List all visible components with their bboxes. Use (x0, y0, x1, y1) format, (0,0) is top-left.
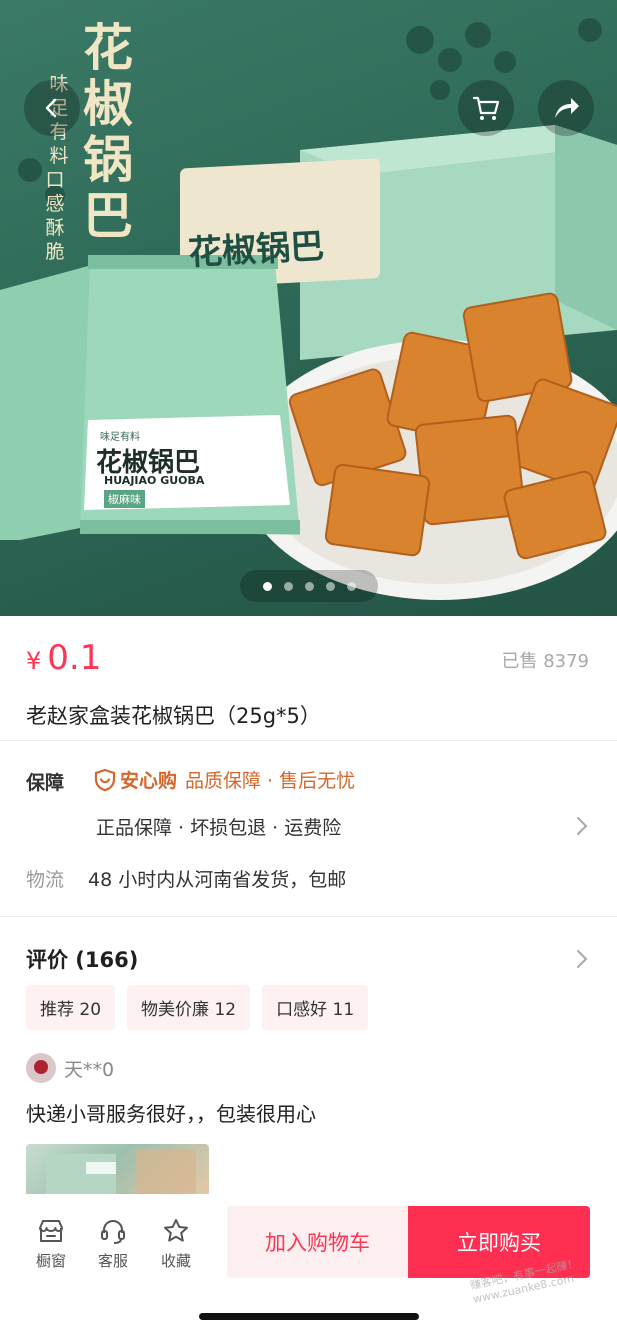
review-tags: 推荐 20 物美价廉 12 口感好 11 (26, 985, 369, 1030)
carousel-indicator (240, 570, 378, 602)
bag-flavor: 椒麻味 (104, 490, 145, 508)
guarantee-brand: 安心购 (120, 770, 178, 792)
divider (0, 740, 617, 741)
carousel-dot[interactable] (283, 581, 293, 591)
chevron-right-icon[interactable] (575, 815, 589, 837)
share-button[interactable] (538, 80, 594, 136)
logistics-label: 物流 (26, 869, 65, 891)
add-to-cart-button[interactable]: 加入购物车 (227, 1206, 408, 1278)
reviews-title[interactable]: 评价 (166) (26, 944, 138, 974)
bag-pinyin: HUAJIAO GUOBA (104, 474, 205, 487)
reviewer-name: 天**0 (64, 1058, 115, 1081)
sold-count: 已售 8379 (501, 651, 589, 672)
tab-label: 橱窗 (35, 1252, 66, 1270)
price-value: 0.1 (47, 638, 102, 678)
guarantee-badge[interactable]: 安心购 品质保障 · 售后无忧 (94, 766, 355, 793)
share-icon (555, 98, 579, 118)
star-icon (164, 1219, 188, 1242)
headset-icon (101, 1219, 125, 1244)
divider (0, 916, 617, 917)
tab-favorite[interactable]: 收藏 (151, 1216, 201, 1271)
hero-title: 花椒锅巴 (83, 18, 133, 245)
reviewer: 天**0 (26, 1053, 114, 1083)
review-photo[interactable] (26, 1144, 209, 1194)
cart-icon (472, 96, 500, 120)
currency-symbol: ¥ (26, 647, 42, 675)
home-indicator[interactable] (199, 1313, 419, 1320)
carousel-dot[interactable] (346, 581, 356, 591)
carousel-dot[interactable] (325, 581, 335, 591)
review-text: 快递小哥服务很好，，包装很用心 (26, 1102, 316, 1126)
back-button[interactable] (24, 80, 80, 136)
carousel-dot[interactable] (304, 581, 314, 591)
chevron-right-icon[interactable] (575, 948, 589, 970)
tab-storefront[interactable]: 橱窗 (26, 1216, 76, 1271)
cart-button[interactable] (458, 80, 514, 136)
review-tag[interactable]: 物美价廉 12 (127, 985, 251, 1030)
product-image-carousel[interactable]: 花椒锅巴 味足有料 口感酥脆 花椒锅巴 花椒锅巴 味足有料 HUAJIAO GU… (0, 0, 617, 616)
logistics-text: 48 小时内从河南省发货，包邮 (88, 869, 347, 891)
box-title: 花椒锅巴 (187, 226, 326, 274)
product-title: 老赵家盒装花椒锅巴（25g*5） (26, 704, 321, 728)
review-tag[interactable]: 推荐 20 (26, 985, 116, 1030)
review-photo-art (46, 1149, 196, 1194)
carousel-dot[interactable] (262, 581, 272, 591)
product-price: ¥ 0.1 (26, 638, 101, 678)
shield-icon (94, 768, 116, 791)
review-tag[interactable]: 口感好 11 (262, 985, 369, 1030)
bag-top-text: 味足有料 (100, 432, 140, 443)
guarantee-label: 保障 (26, 772, 65, 794)
guarantee-description: 品质保障 · 售后无忧 (185, 770, 356, 792)
storefront-icon (39, 1220, 63, 1242)
tab-label: 客服 (97, 1252, 128, 1270)
hero-slogan-right: 口感酥脆 (45, 169, 65, 263)
tab-customer-service[interactable]: 客服 (88, 1216, 138, 1271)
chevron-left-icon (45, 98, 57, 118)
tab-label: 收藏 (160, 1252, 191, 1270)
guarantee-items[interactable]: 正品保障 · 坏损包退 · 运费险 (96, 813, 341, 840)
avatar (26, 1053, 56, 1083)
